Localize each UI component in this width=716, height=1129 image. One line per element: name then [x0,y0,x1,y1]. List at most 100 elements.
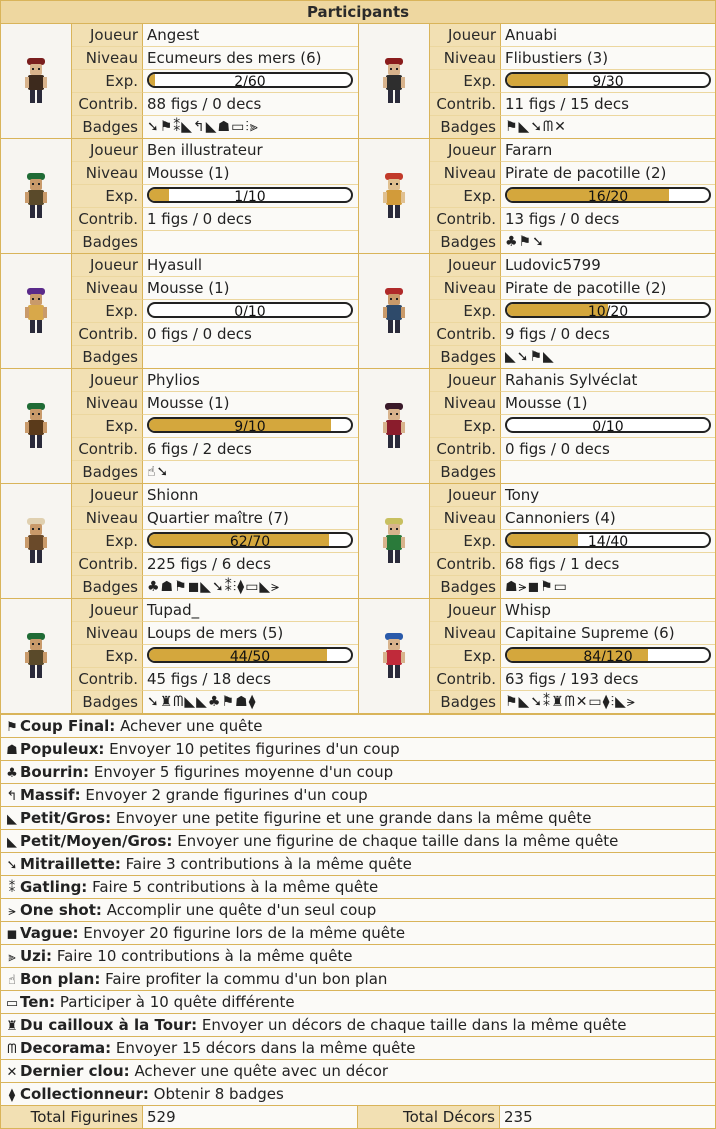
player-level: Ecumeurs des mers (6) [143,47,358,70]
player-badges: ◣➘⚑◣ [501,346,715,368]
exp-progress-bar: 1/10 [147,187,353,203]
badge-description: Participer à 10 quête différente [59,993,295,1011]
badge-name: Massif: [20,786,81,804]
avatar [359,599,430,713]
badge-name: Bon plan: [20,970,101,988]
label-contrib: Contrib. [72,208,143,231]
player-name: Ben illustrateur [143,139,358,162]
player-badges: ♣☗⚑◼◣➘⁑⫶⧫▭◣⪫ [143,576,358,598]
value-exp: 2/60 [143,70,358,93]
label-badges: Badges [430,231,501,253]
exp-progress-bar: 62/70 [147,532,353,548]
legend-row: ⁑ Gatling: Faire 5 contributions à la mêm… [1,875,715,898]
label-exp: Exp. [72,415,143,438]
player-name: Angest [143,24,358,47]
badge-description: Envoyer 5 figurines moyenne d'un coup [93,763,394,781]
pirate-avatar-icon [383,173,405,218]
badge-description: Envoyer une petite figurine et une grand… [115,809,592,827]
avatar [1,369,72,483]
label-exp: Exp. [430,300,501,323]
exp-progress-text: 9/10 [234,419,266,433]
label-contrib: Contrib. [72,438,143,461]
wave-icon: ◼ [6,927,18,942]
total-decors-label: Total Décors [358,1106,500,1128]
player-card: Joueur Phylios Niveau Mousse (1) Exp. 9/10 Con… [1,369,358,484]
player-name: Tupad_ [143,599,358,622]
player-badges: ☗⪫◼⚑▭ [501,576,715,598]
legend-row: ☗ Populeux: Envoyer 10 petites figurines … [1,737,715,760]
flag-icon: ⚑ [6,720,18,735]
dragons-icon: ◣ [7,835,17,850]
player-name: Tony [501,484,715,507]
player-name: Rahanis Sylvéclat [501,369,715,392]
pirate-avatar-icon [383,633,405,678]
badge-description: Achever une quête avec un décor [134,1062,389,1080]
legend-row: ♣ Bourrin: Envoyer 5 figurines moyenne d'… [1,760,715,783]
label-level: Niveau [72,622,143,645]
player-level: Mousse (1) [143,392,358,415]
player-contrib: 9 figs / 0 decs [501,323,715,346]
label-contrib: Contrib. [430,668,501,691]
label-player: Joueur [430,599,501,622]
value-exp: 84/120 [501,645,715,668]
badge-description: Envoyer 15 décors dans la même quête [115,1039,416,1057]
label-badges: Badges [430,461,501,483]
exp-progress-text: 44/50 [229,649,271,663]
value-exp: 0/10 [501,415,715,438]
pirate-avatar-icon [383,288,405,333]
avatar [1,139,72,253]
legend-row: ◼ Vague: Envoyer 20 figurine lors de la m… [1,921,715,944]
label-exp: Exp. [430,645,501,668]
player-level: Loups de mers (5) [143,622,358,645]
label-badges: Badges [72,691,143,713]
label-player: Joueur [430,484,501,507]
player-level: Pirate de pacotille (2) [501,277,715,300]
badge-description: Obtenir 8 badges [153,1085,284,1103]
label-exp: Exp. [72,645,143,668]
badge-description: Faire 10 contributions à la même quête [56,947,353,965]
player-name: Phylios [143,369,358,392]
label-exp: Exp. [430,415,501,438]
player-contrib: 6 figs / 2 decs [143,438,358,461]
exp-progress-bar: 2/60 [147,72,353,88]
badge-name: Du cailloux à la Tour: [20,1016,198,1034]
label-contrib: Contrib. [430,438,501,461]
player-contrib: 0 figs / 0 decs [501,438,715,461]
exp-progress-bar: 0/10 [505,417,711,433]
badge-name: One shot: [20,901,102,919]
player-card: Joueur Ben illustrateur Niveau Mousse (1) Ex… [1,139,358,254]
pirate-avatar-icon [383,58,405,103]
label-level: Niveau [72,162,143,185]
label-player: Joueur [72,254,143,277]
player-name: Ludovic5799 [501,254,715,277]
label-badges: Badges [430,576,501,598]
badge-name: Ten: [20,993,56,1011]
player-card: Joueur Tupad_ Niveau Loups de mers (5) Exp. 4… [1,599,358,714]
avatar [1,24,72,138]
player-level: Flibustiers (3) [501,47,715,70]
legend-row: ◣ Petit/Moyen/Gros: Envoyer une figurine … [1,829,715,852]
player-name: Anuabi [501,24,715,47]
player-badges: ☝➘ [143,461,358,483]
player-card: Joueur Angest Niveau Ecumeurs des mers (6) E… [1,24,358,139]
uzi-icon: ⫸ [8,950,16,965]
player-name: Fararn [501,139,715,162]
player-contrib: 0 figs / 0 decs [143,323,358,346]
label-player: Joueur [72,599,143,622]
label-contrib: Contrib. [72,323,143,346]
exp-progress-text: 84/120 [583,649,633,663]
legend-row: ◣ Petit/Gros: Envoyer une petite figurine… [1,806,715,829]
label-level: Niveau [430,622,501,645]
paw-icon: ♣ [6,766,18,781]
label-contrib: Contrib. [430,93,501,116]
total-decors-value: 235 [504,1108,533,1126]
value-exp: 44/50 [143,645,358,668]
badge-name: Dernier clou: [20,1062,130,1080]
avatar [359,369,430,483]
badge-description: Achever une quête [120,717,263,735]
player-level: Mousse (1) [501,392,715,415]
player-card: Joueur Anuabi Niveau Flibustiers (3) Exp. 9/3… [358,24,715,139]
player-contrib: 1 figs / 0 decs [143,208,358,231]
arch-icon: ᗰ [7,1042,17,1057]
legend-row: ↰ Massif: Envoyer 2 grande figurines d'un… [1,783,715,806]
